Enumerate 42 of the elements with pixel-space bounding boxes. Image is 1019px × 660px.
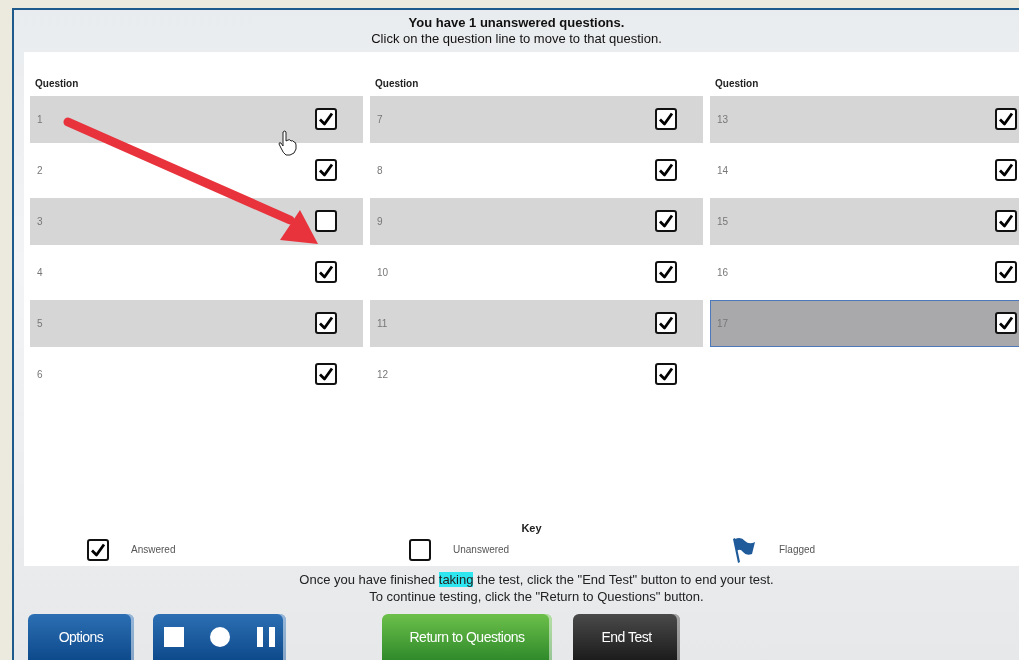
question-row[interactable]: 3 bbox=[30, 197, 363, 245]
column-header: Question bbox=[34, 77, 80, 91]
pause-icon[interactable] bbox=[255, 627, 276, 647]
question-number: 8 bbox=[377, 164, 383, 176]
key-label: Answered bbox=[131, 544, 176, 556]
instruction-text: Once you have finished taking the test, click the "End Test" button to end your test. bbox=[299, 571, 774, 589]
question-number: 15 bbox=[717, 215, 729, 227]
end-test-button[interactable]: End Test bbox=[573, 614, 680, 660]
question-number: 1 bbox=[37, 113, 43, 125]
question-row[interactable]: 13 bbox=[710, 95, 1019, 143]
question-row[interactable]: 15 bbox=[710, 197, 1019, 245]
question-row[interactable]: 5 bbox=[30, 299, 363, 347]
record-icon[interactable] bbox=[209, 627, 230, 647]
key-title: Key bbox=[520, 521, 543, 534]
question-number: 16 bbox=[717, 266, 729, 278]
question-number: 5 bbox=[37, 317, 43, 329]
question-number: 3 bbox=[37, 215, 43, 227]
question-number: 2 bbox=[37, 164, 43, 176]
summary-title: You have 1 unanswered questions. bbox=[408, 15, 625, 31]
question-number: 4 bbox=[37, 266, 43, 278]
question-number: 10 bbox=[377, 266, 389, 278]
return-to-questions-button[interactable]: Return to Questions bbox=[382, 614, 552, 660]
column-header: Question bbox=[714, 77, 760, 91]
question-row[interactable]: 11 bbox=[370, 299, 703, 347]
key-label: Flagged bbox=[779, 544, 816, 556]
options-button[interactable]: Options bbox=[28, 614, 134, 660]
instruction-text: To continue testing, click the "Return to Questions" button. bbox=[369, 588, 704, 606]
column-header: Question bbox=[374, 77, 420, 91]
question-row[interactable]: 7 bbox=[370, 95, 703, 143]
hand-cursor-icon bbox=[278, 129, 298, 156]
question-number: 11 bbox=[377, 317, 388, 329]
summary-subtitle: Click on the question line to move to that question. bbox=[371, 31, 662, 47]
stop-icon[interactable] bbox=[163, 627, 184, 647]
question-number: 6 bbox=[37, 368, 43, 380]
question-number: 7 bbox=[377, 113, 383, 125]
key-label: Unanswered bbox=[453, 544, 510, 556]
question-number: 9 bbox=[377, 215, 383, 227]
question-row[interactable]: 9 bbox=[370, 197, 703, 245]
question-number: 12 bbox=[377, 368, 389, 380]
question-number: 13 bbox=[717, 113, 729, 125]
question-number: 14 bbox=[717, 164, 729, 176]
question-row[interactable]: 1 bbox=[30, 95, 363, 143]
